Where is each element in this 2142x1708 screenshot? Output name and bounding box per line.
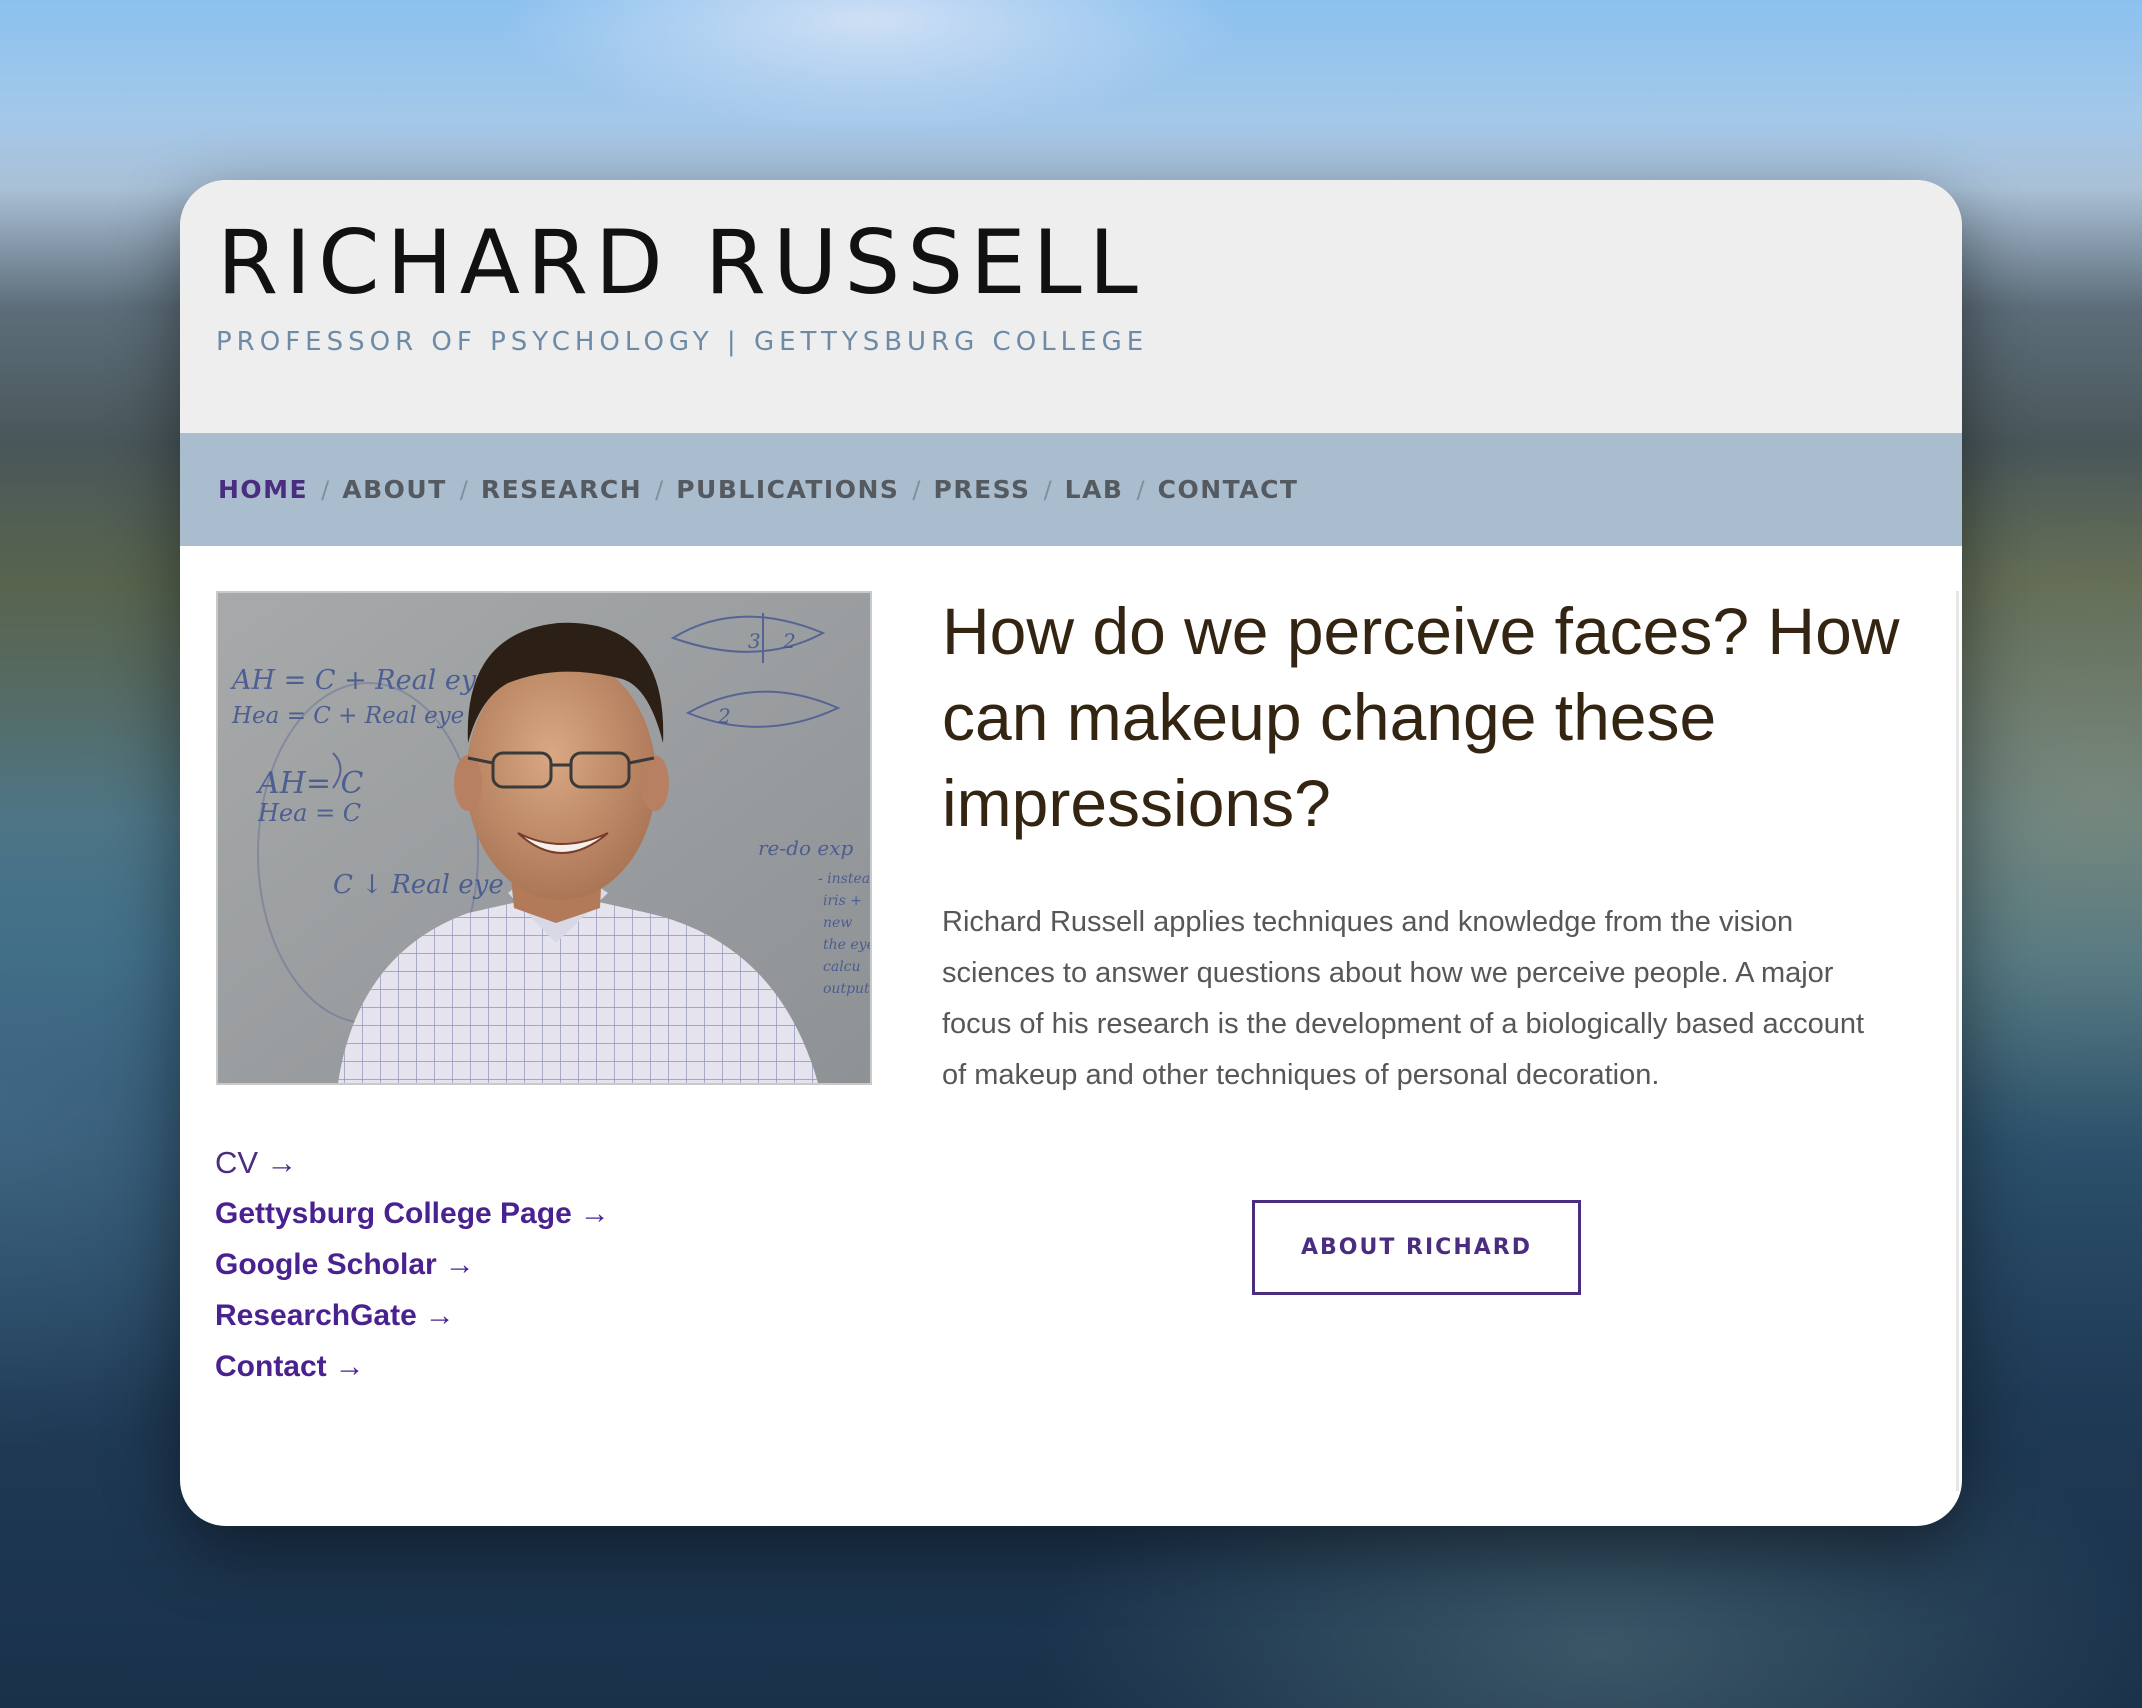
svg-text:Hea = C: Hea = C	[257, 799, 361, 827]
nav-item-lab[interactable]: LAB	[1065, 475, 1124, 504]
content-divider	[1956, 591, 1959, 1491]
nav-separator: /	[321, 475, 330, 504]
contact-link[interactable]: Contact →	[215, 1350, 365, 1383]
gettysburg-college-page-link[interactable]: Gettysburg College Page →	[215, 1197, 610, 1230]
arrow-right-icon: →	[266, 1145, 298, 1180]
svg-text:Hea = C + Real eye: Hea = C + Real eye	[231, 703, 464, 729]
cv-link[interactable]: CV →	[215, 1145, 297, 1180]
svg-text:C ↓ Real eye: C ↓ Real eye	[333, 870, 504, 900]
profile-photo: 3 2 2 AH = C + Real eye Hea = C + Real e…	[216, 591, 872, 1085]
site-subtitle: PROFESSOR OF PSYCHOLOGY | GETTYSBURG COL…	[216, 327, 1149, 357]
nav-separator: /	[459, 475, 468, 504]
svg-text:new: new	[823, 915, 852, 931]
nav-separator: /	[1136, 475, 1145, 504]
svg-text:AH= C: AH= C	[255, 766, 364, 801]
nav-item-home[interactable]: HOME	[218, 475, 308, 504]
svg-text:output: output	[823, 981, 870, 997]
list-item: ResearchGate →	[215, 1290, 610, 1341]
list-item: Gettysburg College Page →	[215, 1188, 610, 1239]
list-item: CV →	[215, 1137, 610, 1188]
nav-item-contact[interactable]: CONTACT	[1158, 475, 1299, 504]
svg-text:- instead: - instead	[818, 871, 870, 887]
site-header: RICHARD RUSSELL PROFESSOR OF PSYCHOLOGY …	[180, 180, 1962, 433]
arrow-right-icon: →	[334, 1350, 365, 1383]
profile-photo-illustration: 3 2 2 AH = C + Real eye Hea = C + Real e…	[218, 593, 870, 1083]
nav-separator: /	[655, 475, 664, 504]
svg-text:calcu: calcu	[823, 959, 861, 975]
nav-item-press[interactable]: PRESS	[934, 475, 1031, 504]
nav-item-research[interactable]: RESEARCH	[481, 475, 642, 504]
site-window: RICHARD RUSSELL PROFESSOR OF PSYCHOLOGY …	[180, 180, 1962, 1526]
site-title[interactable]: RICHARD RUSSELL	[217, 210, 1145, 316]
list-item: Google Scholar →	[215, 1239, 610, 1290]
main-nav: HOME / ABOUT / RESEARCH / PUBLICATIONS /…	[180, 433, 1962, 546]
svg-text:AH = C + Real eye: AH = C + Real eye	[229, 665, 492, 696]
svg-text:3: 3	[748, 629, 761, 653]
about-richard-button[interactable]: ABOUT RICHARD	[1252, 1200, 1581, 1295]
svg-text:re-do exp: re-do exp	[758, 836, 853, 860]
arrow-right-icon: →	[424, 1299, 455, 1332]
list-item: Contact →	[215, 1341, 610, 1392]
google-scholar-link[interactable]: Google Scholar →	[215, 1248, 475, 1281]
researchgate-link[interactable]: ResearchGate →	[215, 1299, 455, 1332]
nav-separator: /	[912, 475, 921, 504]
svg-text:2: 2	[717, 704, 731, 728]
hero-headline: How do we perceive faces? How can makeup…	[942, 594, 1900, 840]
nav-separator: /	[1043, 475, 1052, 504]
nav-item-publications[interactable]: PUBLICATIONS	[676, 475, 899, 504]
arrow-right-icon: →	[579, 1197, 610, 1230]
svg-text:the eye: the eye	[823, 937, 870, 953]
svg-text:2: 2	[782, 629, 796, 653]
quick-links: CV → Gettysburg College Page → Google Scho…	[215, 1137, 610, 1392]
svg-text:iris +: iris +	[823, 893, 862, 909]
intro-paragraph: Richard Russell applies techniques and k…	[942, 906, 1865, 1091]
arrow-right-icon: →	[444, 1248, 475, 1281]
nav-item-about[interactable]: ABOUT	[342, 475, 447, 504]
